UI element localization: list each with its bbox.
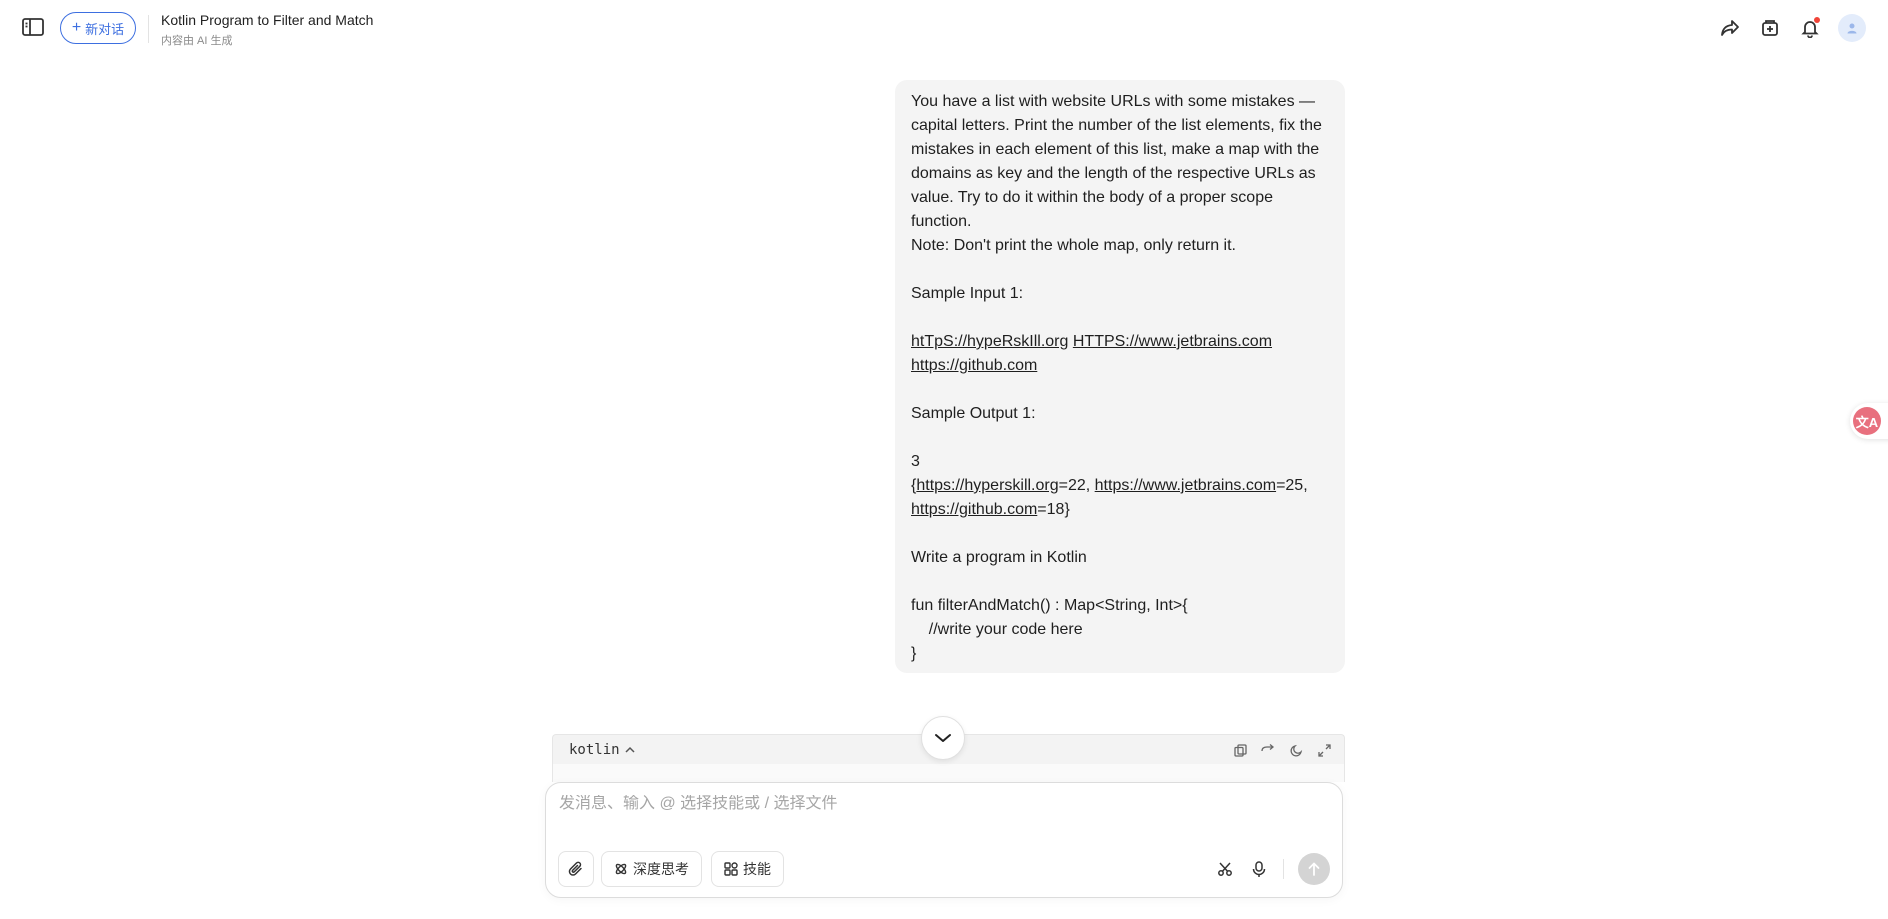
output-link[interactable]: https://www.jetbrains.com	[1095, 477, 1276, 494]
translate-float-button[interactable]: 文A	[1850, 403, 1888, 439]
conversation-title-block: Kotlin Program to Filter and Match 内容由 A…	[161, 12, 373, 48]
output-map-line: {https://hyperskill.org=22, https://www.…	[911, 474, 1329, 498]
deep-think-button[interactable]: 深度思考	[601, 851, 702, 887]
ai-generated-note: 内容由 AI 生成	[161, 35, 233, 47]
share-icon[interactable]	[1718, 16, 1742, 40]
input-link[interactable]: https://github.com	[911, 357, 1037, 374]
message-line: function.	[911, 213, 972, 230]
chevron-down-icon	[935, 734, 951, 742]
message-input[interactable]	[559, 795, 1319, 813]
output-map-line: https://github.com=18}	[911, 498, 1329, 522]
output-count: 3	[911, 453, 920, 470]
code-language-toggle[interactable]: kotlin	[569, 742, 636, 758]
new-chat-label: 新对话	[85, 21, 125, 37]
message-composer: 深度思考 技能	[545, 782, 1343, 898]
input-link[interactable]: HTTPS://www.jetbrains.com	[1073, 333, 1272, 350]
code-line: }	[911, 645, 917, 662]
input-link[interactable]: htTpS://hypeRskIll.org	[911, 333, 1068, 350]
message-line: capital letters. Print the number of the…	[911, 117, 1322, 134]
message-line: value. Try to do it within the body of a…	[911, 189, 1273, 206]
message-line	[911, 378, 1329, 402]
wrap-lines-icon[interactable]	[1260, 742, 1276, 758]
deep-think-label: 深度思考	[633, 861, 689, 877]
copy-icon[interactable]	[1232, 742, 1248, 758]
map-value: =25,	[1276, 477, 1308, 494]
output-link[interactable]: https://github.com	[911, 501, 1037, 518]
composer-right-tools	[1215, 853, 1330, 885]
output-link[interactable]: https://hyperskill.org	[916, 477, 1058, 494]
message-line	[911, 258, 1329, 282]
skills-label: 技能	[743, 861, 771, 877]
code-actions	[1232, 742, 1332, 758]
code-block-body	[552, 764, 1345, 782]
message-line: Sample Input 1:	[911, 285, 1024, 302]
theme-toggle-icon[interactable]	[1288, 742, 1304, 758]
notification-bell-icon[interactable]	[1798, 16, 1822, 40]
attach-file-button[interactable]	[558, 851, 594, 887]
tools-divider	[1283, 859, 1284, 879]
top-bar: + 新对话 Kotlin Program to Filter and Match…	[0, 0, 1888, 56]
expand-icon[interactable]	[1316, 742, 1332, 758]
map-value: =22,	[1058, 477, 1095, 494]
sample-input-links: https://github.com	[911, 354, 1329, 378]
microphone-icon[interactable]	[1249, 859, 1269, 879]
conversation-title: Kotlin Program to Filter and Match	[161, 12, 374, 28]
message-line	[911, 426, 1329, 450]
paperclip-icon	[568, 861, 582, 876]
map-value: =18}	[1037, 501, 1070, 518]
message-line: domains as key and the length of the res…	[911, 165, 1316, 182]
code-line: //write your code here	[911, 621, 1083, 638]
message-line	[911, 306, 1329, 330]
top-actions	[1718, 14, 1866, 42]
atom-icon	[615, 863, 627, 875]
message-line	[911, 522, 1329, 546]
sample-output-label: Sample Output 1:	[911, 405, 1036, 422]
write-program-line: Write a program in Kotlin	[911, 549, 1087, 566]
scissors-icon[interactable]	[1215, 859, 1235, 879]
sample-input-links: htTpS://hypeRskIll.org HTTPS://www.jetbr…	[911, 330, 1329, 354]
plus-icon: +	[71, 19, 82, 36]
grid-icon	[724, 862, 738, 876]
title-divider	[148, 15, 149, 43]
message-line: You have a list with website URLs with s…	[911, 93, 1316, 110]
scroll-to-bottom-button[interactable]	[921, 716, 965, 760]
notification-dot	[1814, 17, 1820, 23]
new-chat-button[interactable]: + 新对话	[60, 12, 136, 44]
add-to-collection-icon[interactable]	[1758, 16, 1782, 40]
user-message-bubble: You have a list with website URLs with s…	[895, 80, 1345, 673]
translate-icon: 文A	[1853, 407, 1881, 435]
code-line: fun filterAndMatch() : Map<String, Int>{	[911, 597, 1188, 614]
message-line: mistakes in each element of this list, m…	[911, 141, 1320, 158]
sidebar-toggle-icon[interactable]	[22, 18, 46, 38]
send-button[interactable]	[1298, 853, 1330, 885]
skills-button[interactable]: 技能	[711, 851, 784, 887]
message-line: Note: Don't print the whole map, only re…	[911, 237, 1236, 254]
message-line	[911, 570, 1329, 594]
arrow-up-icon	[1308, 862, 1320, 876]
chevron-up-icon	[625, 746, 635, 753]
code-language-label: kotlin	[569, 742, 620, 758]
avatar[interactable]	[1838, 14, 1866, 42]
